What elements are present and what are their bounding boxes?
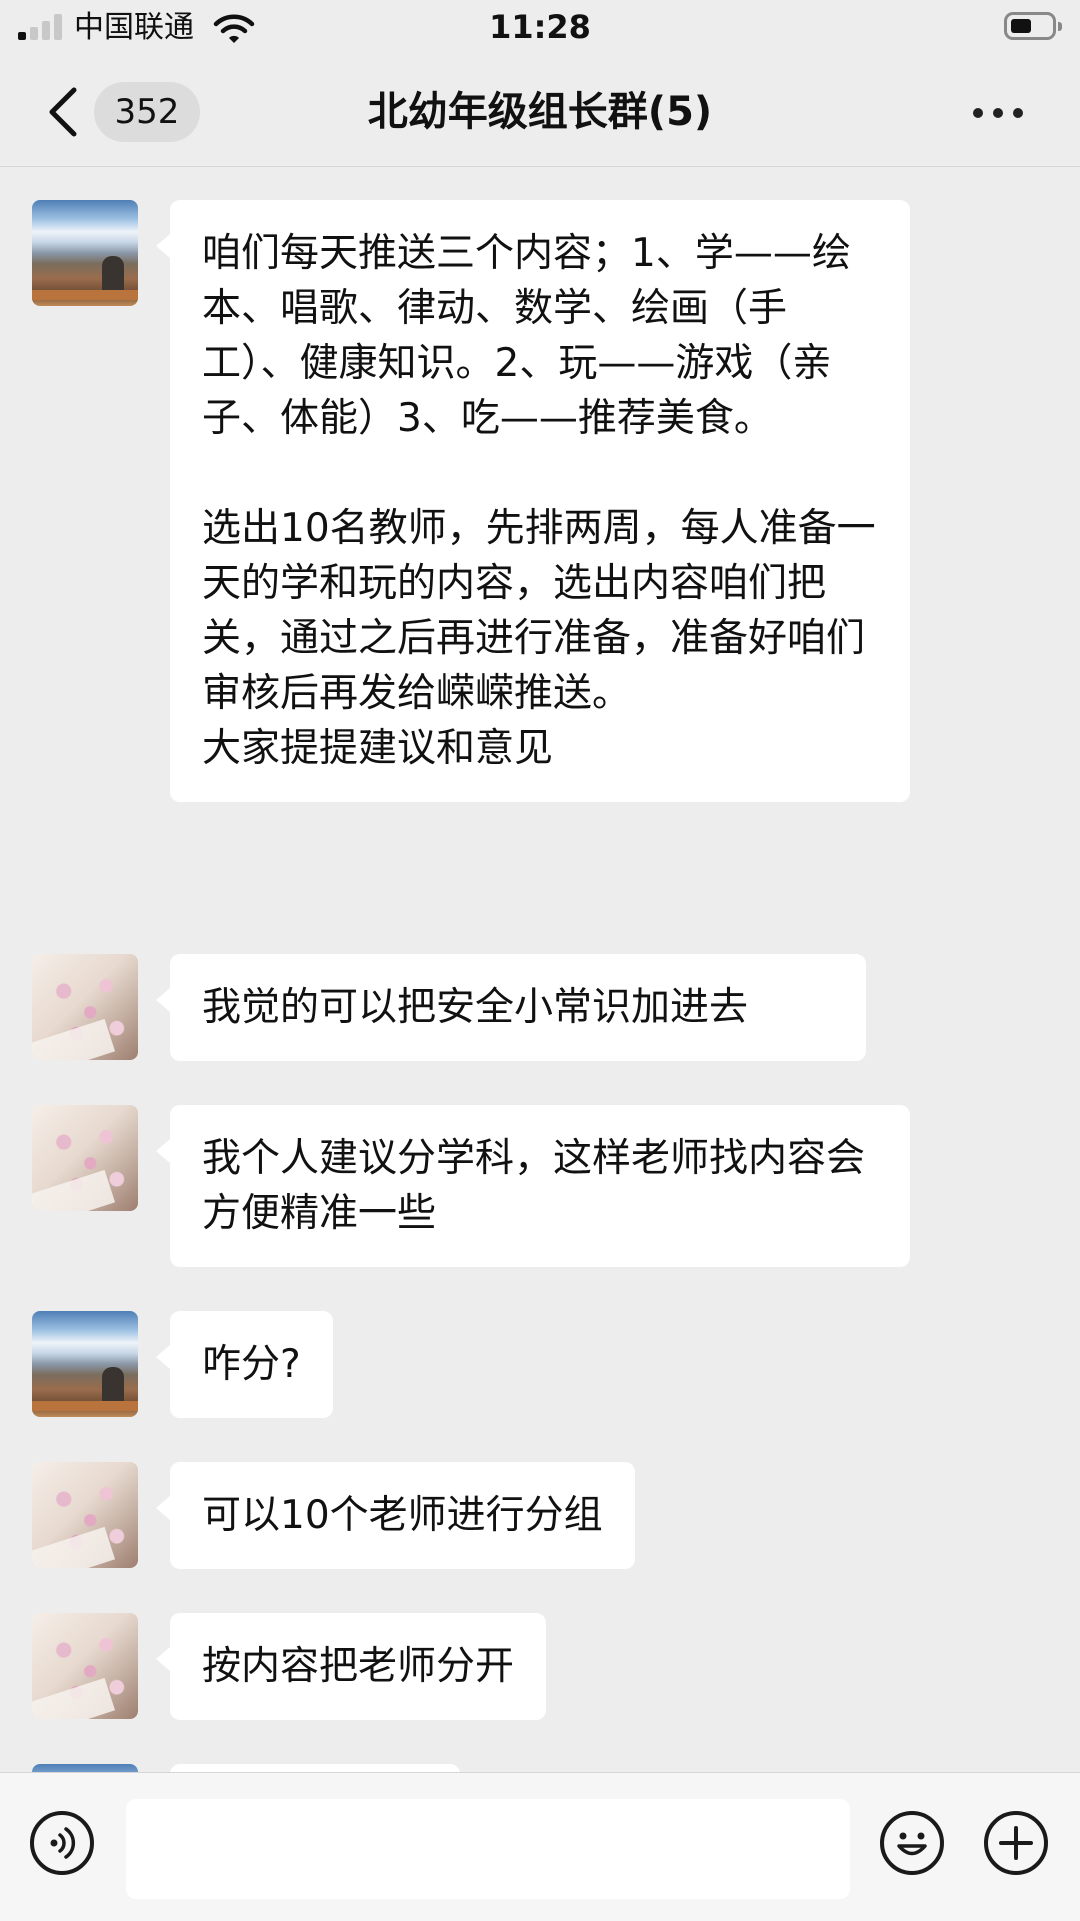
message-list[interactable]: 咱们每天推送三个内容；1、学——绘本、唱歌、律动、数学、绘画（手工）、健康知识。… <box>0 167 1080 1772</box>
plus-icon[interactable] <box>984 1811 1048 1875</box>
status-bar: 中国联通 11:28 <box>0 0 1080 56</box>
avatar[interactable] <box>32 1311 138 1417</box>
message-bubble[interactable]: 可以10个老师进行分组 <box>156 1462 635 1569</box>
avatar[interactable] <box>32 1764 138 1772</box>
clock: 11:28 <box>489 8 591 46</box>
message-input[interactable] <box>126 1799 850 1899</box>
message-bubble[interactable]: 我觉的可以把安全小常识加进去 <box>156 954 866 1061</box>
message-bubble-partial[interactable] <box>170 1764 460 1772</box>
ellipsis-icon[interactable] <box>968 86 1028 138</box>
avatar[interactable] <box>32 1613 138 1719</box>
emoji-icon[interactable] <box>880 1811 944 1875</box>
voice-icon[interactable] <box>30 1811 94 1875</box>
battery-icon <box>1004 12 1062 40</box>
message-bubble[interactable]: 按内容把老师分开 <box>155 1613 547 1720</box>
chat-title: 北幼年级组长群(5) <box>367 89 713 135</box>
avatar[interactable] <box>32 1462 138 1568</box>
avatar[interactable] <box>32 1105 138 1211</box>
chevron-left-icon[interactable] <box>44 86 84 138</box>
message-bubble[interactable]: 咱们每天推送三个内容；1、学——绘本、唱歌、律动、数学、绘画（手工）、健康知识。… <box>156 200 910 802</box>
chat-header: 352 北幼年级组长群(5) <box>0 56 1080 167</box>
avatar[interactable] <box>32 200 138 306</box>
unread-count-badge[interactable]: 352 <box>94 82 200 142</box>
input-bar <box>0 1772 1080 1921</box>
avatar[interactable] <box>32 954 138 1060</box>
message-bubble[interactable]: 我个人建议分学科，这样老师找内容会方便精准一些 <box>156 1105 910 1267</box>
message-bubble[interactable]: 咋分? <box>156 1311 333 1418</box>
